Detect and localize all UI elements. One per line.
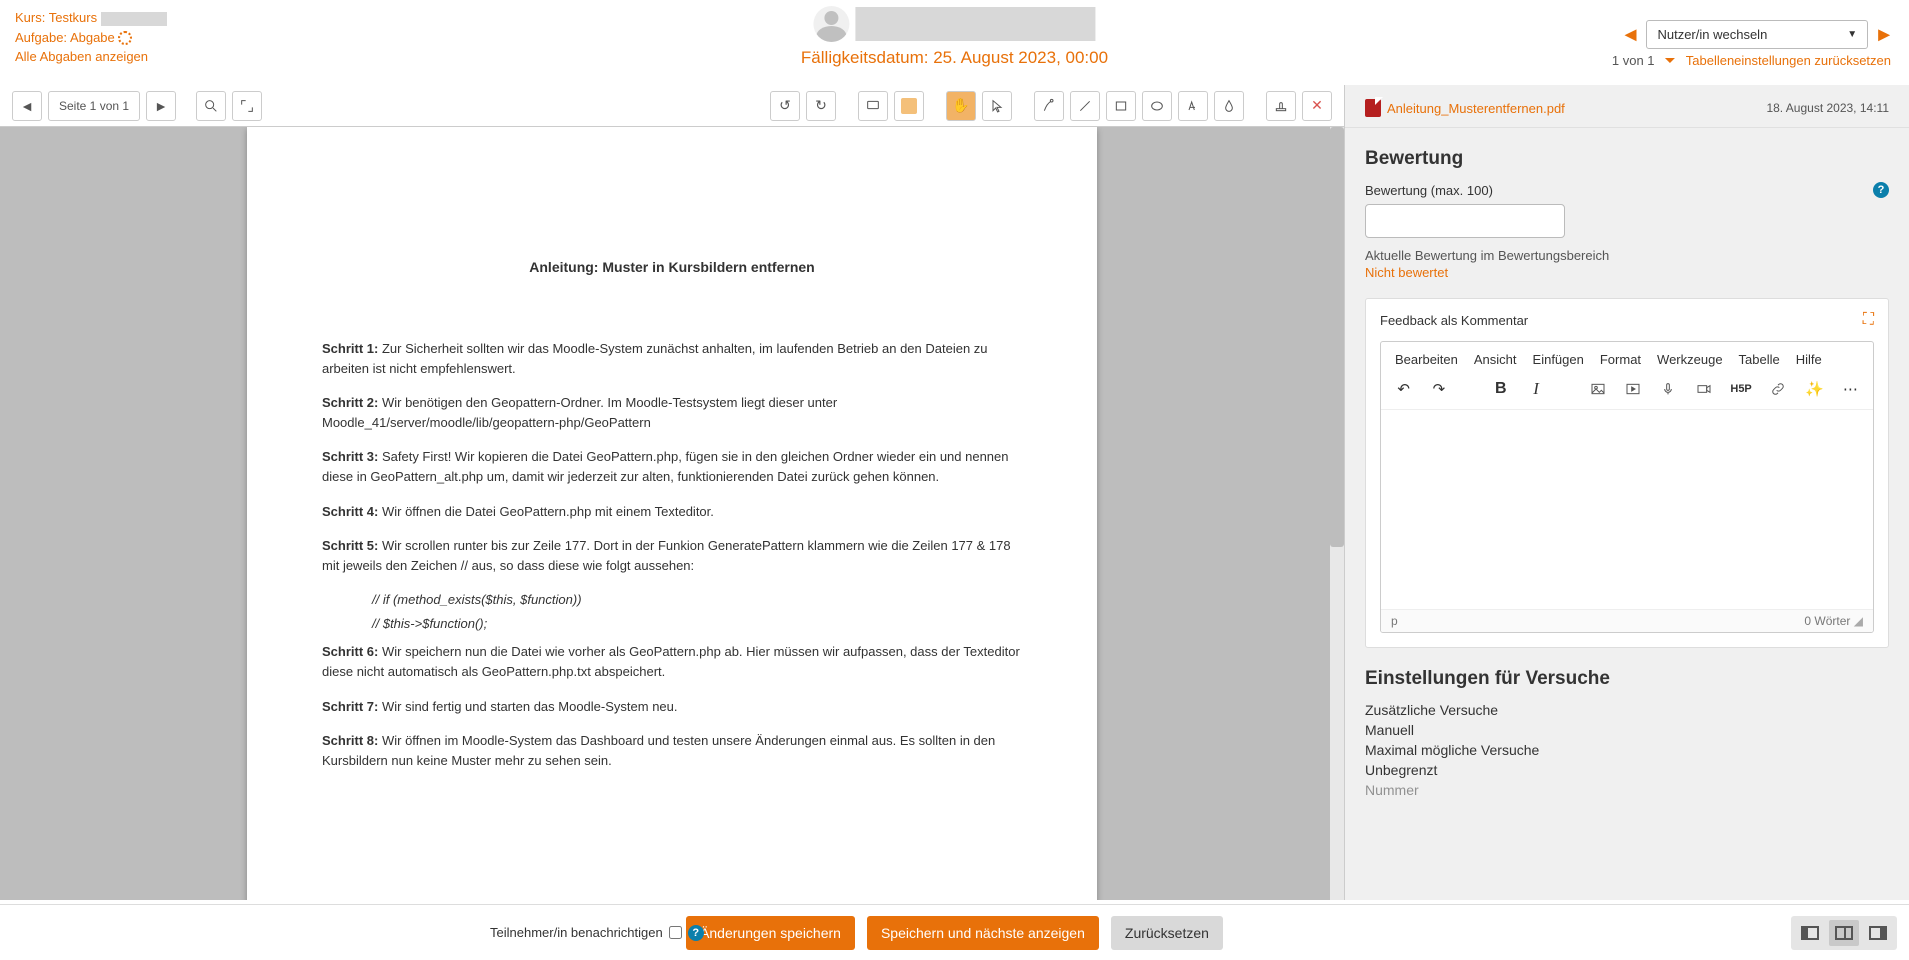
feedback-editor[interactable] <box>1381 409 1873 609</box>
comment-box-button[interactable] <box>858 91 888 121</box>
prev-user-button[interactable]: ◄ <box>1621 25 1641 45</box>
save-button[interactable]: Änderungen speichern <box>686 916 855 950</box>
unlimited-label: Unbegrenzt <box>1365 762 1889 778</box>
hand-tool-button[interactable]: ✋ <box>946 91 976 121</box>
highlight-tool-button[interactable] <box>1178 91 1208 121</box>
rect-tool-button[interactable] <box>1106 91 1136 121</box>
mic-icon[interactable] <box>1660 381 1677 397</box>
user-select-dropdown[interactable]: Nutzer/in wechseln ▼ <box>1646 20 1868 49</box>
ink-tool-button[interactable] <box>1214 91 1244 121</box>
reset-button[interactable]: Zurücksetzen <box>1111 916 1223 950</box>
max-attempts-label: Maximal mögliche Versuche <box>1365 742 1889 758</box>
editor-menu-tools[interactable]: Werkzeuge <box>1657 352 1723 367</box>
attempt-settings-title: Einstellungen für Versuche <box>1365 668 1889 690</box>
search-button[interactable] <box>196 91 226 121</box>
editor-menu-edit[interactable]: Bearbeiten <box>1395 352 1458 367</box>
word-count: 0 Wörter <box>1804 614 1850 628</box>
manual-label: Manuell <box>1365 722 1889 738</box>
undo-icon[interactable]: ↶ <box>1395 380 1412 398</box>
editor-path: p <box>1391 614 1398 628</box>
extra-attempts-label: Zusätzliche Versuche <box>1365 702 1889 718</box>
camera-icon[interactable] <box>1695 381 1712 397</box>
stamp-tool-button[interactable] <box>1266 91 1296 121</box>
select-tool-button[interactable] <box>982 91 1012 121</box>
link-icon[interactable] <box>1770 381 1787 397</box>
due-date: Fälligkeitsdatum: 25. August 2023, 00:00 <box>801 48 1108 68</box>
avatar <box>814 6 850 42</box>
page-indicator: Seite 1 von 1 <box>48 91 140 121</box>
editor-menu-table[interactable]: Tabelle <box>1739 352 1780 367</box>
line-tool-button[interactable] <box>1070 91 1100 121</box>
bold-icon[interactable]: B <box>1492 380 1509 398</box>
chevron-down-icon: ▼ <box>1847 29 1857 40</box>
user-name-redacted <box>856 7 1096 41</box>
h5p-icon[interactable]: H5P <box>1730 383 1751 395</box>
color-picker-button[interactable] <box>894 91 924 121</box>
notify-label: Teilnehmer/in benachrichtigen <box>490 925 663 940</box>
save-next-button[interactable]: Speichern und nächste anzeigen <box>867 916 1099 950</box>
delete-annotation-button[interactable]: ✕ <box>1302 91 1332 121</box>
expand-editor-icon[interactable]: ⛶ <box>1863 311 1874 329</box>
help-icon[interactable]: ? <box>1873 182 1889 198</box>
expand-button[interactable] <box>232 91 262 121</box>
filter-icon[interactable]: ⏷ <box>1665 52 1676 69</box>
grade-input[interactable] <box>1365 204 1565 238</box>
feedback-title: Feedback als Kommentar <box>1380 313 1528 328</box>
oval-tool-button[interactable] <box>1142 91 1172 121</box>
document-page: Anleitung: Muster in Kursbildern entfern… <box>247 127 1097 900</box>
course-link[interactable]: Kurs: Testkurs <box>15 10 167 26</box>
video-icon[interactable] <box>1625 381 1642 397</box>
rotate-cw-button[interactable]: ↻ <box>806 91 836 121</box>
gear-icon[interactable] <box>118 31 132 45</box>
notify-checkbox[interactable] <box>669 926 682 939</box>
editor-menu-view[interactable]: Ansicht <box>1474 352 1517 367</box>
prev-page-button[interactable]: ◄ <box>12 91 42 121</box>
current-grade-status: Aktuelle Bewertung im Bewertungsbereich <box>1365 248 1889 263</box>
magic-icon[interactable]: ✨ <box>1805 380 1824 398</box>
editor-menu-format[interactable]: Format <box>1600 352 1641 367</box>
number-label: Nummer <box>1365 782 1889 798</box>
submitted-file-link[interactable]: Anleitung_Musterentfernen.pdf <box>1365 99 1565 117</box>
next-user-button[interactable]: ► <box>1874 25 1894 45</box>
show-all-submissions-link[interactable]: Alle Abgaben anzeigen <box>15 49 167 64</box>
next-page-button[interactable]: ► <box>146 91 176 121</box>
filter-count: 1 von 1 <box>1612 53 1655 68</box>
pen-tool-button[interactable] <box>1034 91 1064 121</box>
layout-right-button[interactable] <box>1863 920 1893 946</box>
layout-split-button[interactable] <box>1829 920 1859 946</box>
italic-icon[interactable]: I <box>1527 379 1544 399</box>
grade-label: Bewertung (max. 100) <box>1365 183 1493 198</box>
more-icon[interactable]: ⋯ <box>1842 380 1859 398</box>
not-graded-label: Nicht bewertet <box>1365 265 1889 280</box>
resize-handle-icon[interactable]: ◢ <box>1854 614 1863 628</box>
notify-help-icon[interactable]: ? <box>688 925 704 941</box>
file-date: 18. August 2023, 14:11 <box>1766 101 1889 115</box>
reset-table-link[interactable]: Tabelleneinstellungen zurücksetzen <box>1686 53 1891 68</box>
image-icon[interactable] <box>1589 381 1606 397</box>
editor-menu-insert[interactable]: Einfügen <box>1533 352 1584 367</box>
document-viewport[interactable]: Anleitung: Muster in Kursbildern entfern… <box>0 127 1344 900</box>
layout-left-button[interactable] <box>1795 920 1825 946</box>
editor-menu-help[interactable]: Hilfe <box>1796 352 1822 367</box>
rotate-ccw-button[interactable]: ↺ <box>770 91 800 121</box>
viewer-scrollbar[interactable] <box>1330 127 1344 900</box>
pdf-icon <box>1365 99 1381 117</box>
assignment-link[interactable]: Aufgabe: Abgabe <box>15 30 167 46</box>
redo-icon[interactable]: ↷ <box>1430 380 1447 398</box>
grading-title: Bewertung <box>1365 148 1889 170</box>
